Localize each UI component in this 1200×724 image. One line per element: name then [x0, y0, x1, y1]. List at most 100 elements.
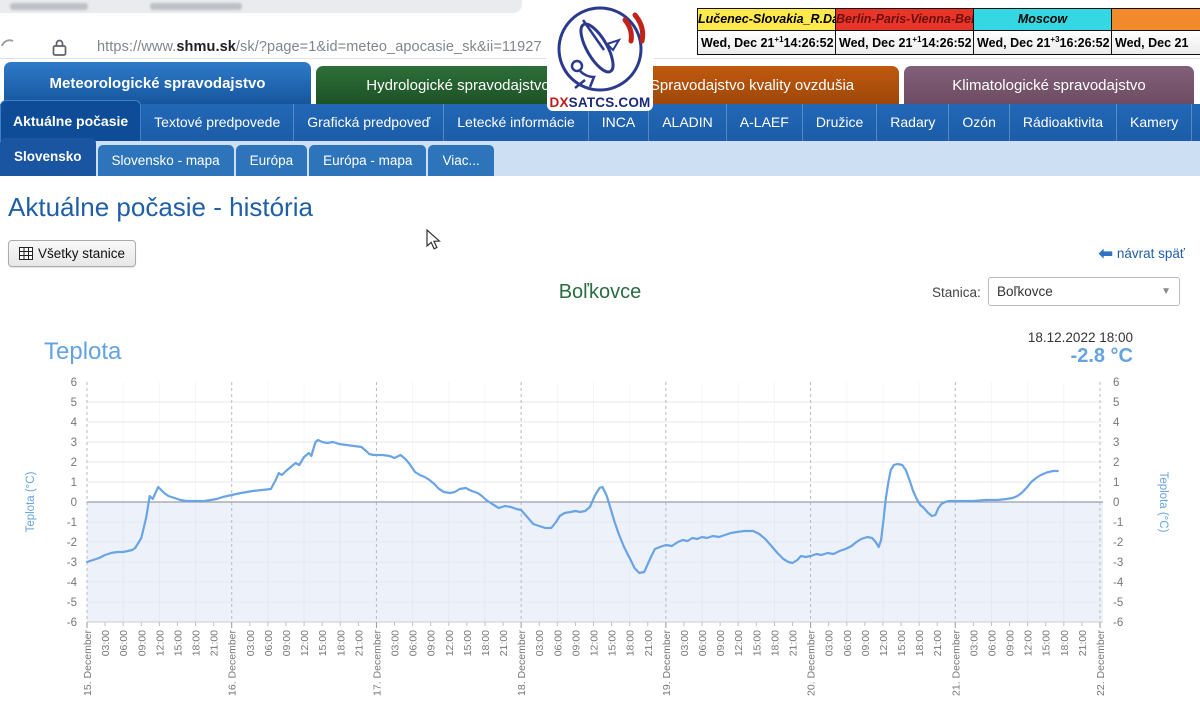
x-time-label: 03:00 [679, 630, 691, 656]
y-tick-label-right: 0 [1113, 497, 1119, 509]
x-time-label: 03:00 [534, 630, 546, 656]
main-tab-1[interactable]: Meteorologické spravodajstvo [4, 62, 311, 104]
y-tick-label-left: 0 [71, 497, 77, 509]
clock-date: Wed, Dec 21 [701, 36, 774, 50]
clock-date: Wed, Dec 21 [1115, 36, 1188, 50]
x-time-label: 12:00 [154, 630, 166, 656]
x-time-label: 21:00 [209, 630, 221, 656]
x-day-label: 19. December [661, 630, 673, 696]
x-time-label: 12:00 [878, 630, 890, 656]
y-tick-label-right: 3 [1113, 437, 1119, 449]
y-tick-label-right: 4 [1113, 417, 1120, 429]
chevron-down-icon: ▼ [1161, 286, 1171, 297]
x-time-label: 09:00 [860, 630, 872, 656]
y-tick-label-right: 6 [1113, 377, 1119, 389]
clock-time-row: Wed, Dec 21+114:26:52 [698, 31, 835, 54]
x-time-label: 09:00 [136, 630, 148, 656]
x-time-label: 18:00 [625, 630, 637, 656]
x-day-label: 20. December [806, 630, 818, 696]
url-text[interactable]: https://www.shmu.sk/sk/?page=1&id=meteo_… [97, 39, 542, 55]
x-time-label: 03:00 [968, 630, 980, 656]
y-tick-label-right: 2 [1113, 457, 1119, 469]
clock-widget-3: MoscowWed, Dec 21+316:26:52 [973, 9, 1111, 54]
mouse-cursor [426, 229, 442, 251]
y-tick-label-left: 6 [71, 377, 77, 389]
reload-icon[interactable] [0, 37, 14, 55]
x-day-label: 22. December [1095, 630, 1107, 696]
region-tab-2[interactable]: Slovensko - mapa [98, 145, 234, 176]
sub-tab-9[interactable]: Radary [877, 104, 949, 141]
x-time-label: 06:00 [263, 630, 275, 656]
browser-menu-blur-1 [10, 3, 88, 10]
x-time-label: 06:00 [552, 630, 564, 656]
x-day-label: 16. December [227, 630, 239, 696]
x-time-label: 03:00 [824, 630, 836, 656]
sub-tab-1[interactable]: Aktuálne počasie [0, 100, 141, 142]
x-time-label: 21:00 [932, 630, 944, 656]
sub-tab-8[interactable]: Družice [803, 104, 877, 141]
region-tab-4[interactable]: Európa - mapa [309, 145, 426, 176]
y-tick-label-right: -1 [1113, 517, 1123, 529]
clock-utc-offset: +3 [1050, 35, 1059, 44]
x-time-label: 12:00 [1023, 630, 1035, 656]
clock-time-row: Wed, Dec 21 [1112, 31, 1200, 54]
x-day-label: 21. December [950, 630, 962, 696]
x-time-label: 21:00 [353, 630, 365, 656]
sub-tab-3[interactable]: Grafická predpoveď [294, 104, 444, 141]
all-stations-label: Všetky stanice [38, 246, 125, 261]
page-title: Aktuálne počasie - história [8, 192, 313, 223]
station-select[interactable]: Boľkovce ▼ [988, 277, 1180, 306]
y-axis-title-left: Teplota (°C) [25, 471, 37, 532]
browser-menu-blur-2 [150, 3, 242, 10]
sub-tab-7[interactable]: A-LAEF [727, 104, 803, 141]
temperature-chart[interactable]: 15. December 03:00 06:00 09:00 12:00 15:00 18:… [0, 370, 1200, 724]
y-tick-label-left: -4 [67, 577, 78, 589]
y-tick-label-left: 1 [71, 477, 77, 489]
x-time-label: 06:00 [118, 630, 130, 656]
sub-tab-2[interactable]: Textové predpovede [141, 104, 294, 141]
x-time-label: 06:00 [408, 630, 420, 656]
y-tick-label-right: -6 [1113, 617, 1123, 629]
x-time-label: 06:00 [697, 630, 709, 656]
x-time-label: 18:00 [914, 630, 926, 656]
sub-tab-12[interactable]: Kamery [1117, 104, 1192, 141]
x-day-label: 15. December [82, 630, 94, 696]
lock-icon[interactable] [52, 38, 67, 57]
back-link-label: návrat späť [1117, 246, 1185, 261]
region-tab-5[interactable]: Viac... [428, 145, 493, 176]
station-select-value: Boľkovce [997, 284, 1053, 299]
x-time-label: 15:00 [607, 630, 619, 656]
main-tab-4[interactable]: Klimatologické spravodajstvo [904, 66, 1194, 104]
x-time-label: 18:00 [1059, 630, 1071, 656]
current-timestamp: 18.12.2022 18:00 [930, 330, 1133, 345]
clock-city-label: Berlin-Paris-Vienna-Belgrade [836, 9, 973, 31]
x-time-label: 18:00 [335, 630, 347, 656]
sub-tab-10[interactable]: Ozón [949, 104, 1009, 141]
clock-time-row: Wed, Dec 21+316:26:52 [974, 31, 1111, 54]
url-path: /sk/?page=1&id=meteo_apocasie_sk&ii=1192… [236, 39, 542, 55]
x-time-label: 06:00 [986, 630, 998, 656]
satellite-dish-icon [547, 4, 653, 94]
clock-date: Wed, Dec 21 [839, 36, 912, 50]
all-stations-button[interactable]: Všetky stanice [8, 240, 136, 267]
screen: https://www.shmu.sk/sk/?page=1&id=meteo_… [0, 0, 1200, 724]
sub-tab-13[interactable]: Fotky [1192, 104, 1200, 141]
sub-tab-6[interactable]: ALADIN [649, 104, 727, 141]
region-tab-3[interactable]: Európa [236, 145, 308, 176]
y-tick-label-left: -2 [67, 537, 77, 549]
logo-text-dx: DX [550, 95, 569, 110]
table-grid-icon [19, 247, 33, 260]
browser-tab-strip [0, 0, 522, 13]
x-time-label: 15:00 [1041, 630, 1053, 656]
x-time-label: 18:00 [191, 630, 203, 656]
current-temperature-value: -2.8 °C [930, 345, 1133, 368]
back-link[interactable]: ⬅ návrat späť [1099, 246, 1185, 261]
region-tab-1[interactable]: Slovensko [0, 138, 96, 176]
x-time-label: 21:00 [643, 630, 655, 656]
y-tick-label-right: -2 [1113, 537, 1123, 549]
y-tick-label-left: 5 [71, 397, 77, 409]
x-time-label: 18:00 [769, 630, 781, 656]
back-arrow-icon: ⬅ [1099, 247, 1113, 260]
sub-tab-11[interactable]: Rádioaktivita [1010, 104, 1117, 141]
x-time-label: 03:00 [100, 630, 112, 656]
